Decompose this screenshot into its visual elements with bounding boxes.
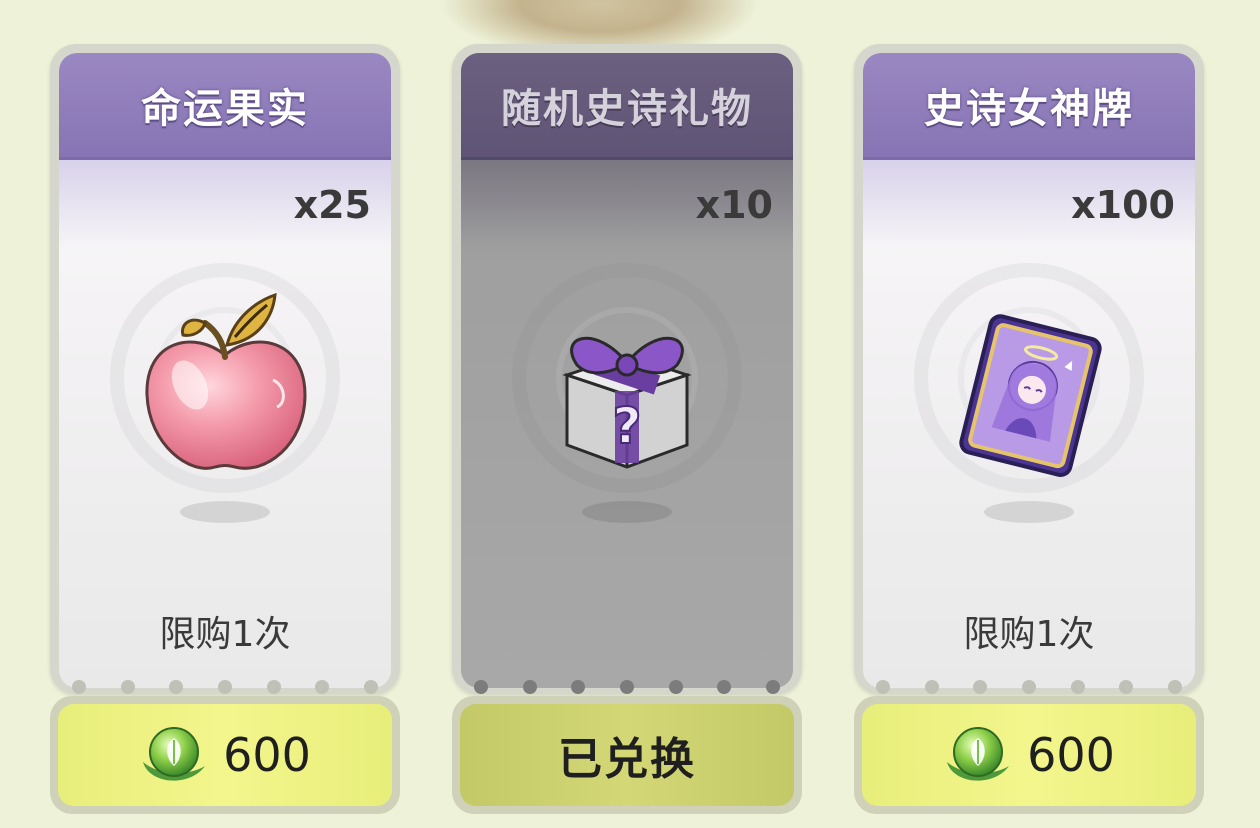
redeemed-button[interactable]: 已兑换 xyxy=(452,696,802,814)
goddess-card-icon xyxy=(959,314,1102,478)
buy-button[interactable]: 600 xyxy=(854,696,1204,814)
purchase-limit: 限购1次 xyxy=(963,614,1095,655)
item-quantity: x25 xyxy=(293,183,371,227)
leaf-orb-icon xyxy=(143,727,206,781)
shop-card-random-epic-gift[interactable]: 随机史诗礼物 x10 ? 已兑换 xyxy=(452,44,802,814)
card-body: 史诗女神牌 x100 限购1次 xyxy=(854,44,1204,694)
item-quantity: x10 xyxy=(695,183,773,227)
card-header: 随机史诗礼物 xyxy=(461,53,793,160)
price-value: 600 xyxy=(1027,728,1115,782)
item-title: 命运果实 xyxy=(141,86,309,132)
item-title: 随机史诗礼物 xyxy=(501,86,753,132)
card-header: 命运果实 xyxy=(59,53,391,160)
purchase-limit: 限购1次 xyxy=(159,614,291,655)
svg-text:?: ? xyxy=(612,397,641,455)
redeemed-status: 已兑换 xyxy=(558,734,696,785)
shop-card-destiny-fruit[interactable]: 命运果实 x25 限购1次 600 xyxy=(50,44,400,814)
item-title: 史诗女神牌 xyxy=(924,86,1134,132)
card-body: 命运果实 x25 限购1次 xyxy=(50,44,400,694)
price-value: 600 xyxy=(223,728,311,782)
card-header: 史诗女神牌 xyxy=(863,53,1195,160)
card-body: 随机史诗礼物 x10 ? xyxy=(452,44,802,694)
leaf-orb-icon xyxy=(947,727,1010,781)
buy-button[interactable]: 600 xyxy=(50,696,400,814)
shop-card-epic-goddess-card[interactable]: 史诗女神牌 x100 限购1次 600 xyxy=(854,44,1204,814)
apple-icon xyxy=(145,292,307,470)
item-quantity: x100 xyxy=(1071,183,1175,227)
mystery-gift-box-icon: ? xyxy=(562,336,692,469)
